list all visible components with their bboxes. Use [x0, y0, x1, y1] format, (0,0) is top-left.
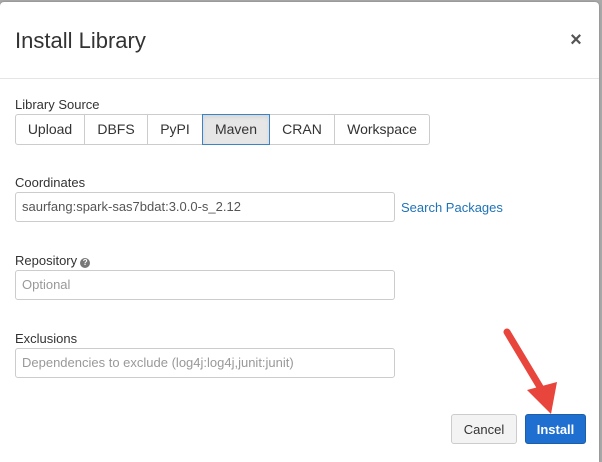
- coordinates-input[interactable]: [15, 192, 395, 222]
- question-circle-icon[interactable]: ?: [80, 258, 91, 268]
- install-button[interactable]: Install: [525, 414, 586, 444]
- repository-label: Repository?: [15, 253, 91, 269]
- repository-input[interactable]: [15, 270, 395, 300]
- library-source-selector: Upload DBFS PyPI Maven CRAN Workspace: [15, 114, 430, 145]
- search-packages-link[interactable]: Search Packages: [401, 200, 503, 216]
- dialog-header: Install Library ×: [0, 2, 599, 79]
- source-option-cran[interactable]: CRAN: [269, 114, 335, 145]
- source-option-pypi[interactable]: PyPI: [147, 114, 203, 145]
- close-icon[interactable]: ×: [566, 29, 586, 51]
- source-option-workspace[interactable]: Workspace: [334, 114, 430, 145]
- repository-label-text: Repository: [15, 253, 78, 268]
- source-option-upload[interactable]: Upload: [15, 114, 85, 145]
- source-option-maven[interactable]: Maven: [202, 114, 270, 145]
- exclusions-input[interactable]: [15, 348, 395, 378]
- exclusions-label: Exclusions: [15, 331, 78, 346]
- dialog-title: Install Library: [15, 28, 146, 53]
- coordinates-label: Coordinates: [15, 175, 86, 190]
- annotation-arrow-icon: [503, 328, 557, 414]
- source-option-dbfs[interactable]: DBFS: [84, 114, 148, 145]
- cancel-button[interactable]: Cancel: [451, 414, 517, 444]
- library-source-label: Library Source: [15, 97, 100, 112]
- install-library-dialog: Install Library × Library Source Upload …: [0, 2, 599, 462]
